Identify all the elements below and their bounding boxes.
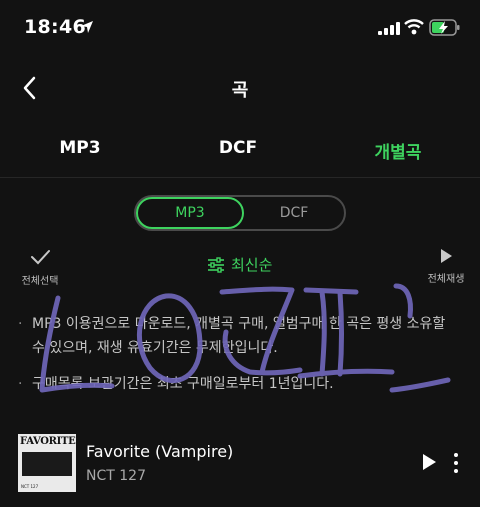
status-time: 18:46 — [24, 16, 86, 38]
sort-button[interactable]: 최신순 — [207, 254, 272, 275]
tab-individual-song[interactable]: 개별곡 — [318, 138, 478, 163]
checkmark-icon — [31, 250, 50, 265]
more-options-icon[interactable] — [452, 452, 460, 474]
play-all-label: 전체재생 — [427, 274, 465, 285]
page-title: 곡 — [231, 80, 249, 101]
tab-bar: MP3 DCF 개별곡 — [0, 126, 480, 178]
segment-mp3[interactable]: MP3 — [136, 197, 244, 229]
status-bar: 18:46 — [0, 0, 480, 56]
notice-list: MP3 이용권으로 다운로드, 개별곡 구매, 앨범구매 한 곡은 평생 소유할… — [16, 312, 462, 408]
battery-charging-icon — [429, 19, 460, 36]
notice-item: 구매목록 보관기간은 최초 구매일로부터 1년입니다. — [16, 372, 462, 396]
sort-label: 최신순 — [231, 256, 273, 274]
wifi-icon — [404, 19, 424, 35]
track-title: Favorite (Vampire) — [86, 442, 234, 461]
cover-title: FAVORITE — [20, 436, 76, 447]
segment-dcf[interactable]: DCF — [244, 197, 344, 229]
track-play-icon[interactable] — [420, 452, 438, 472]
signal-icon — [378, 22, 400, 35]
track-row[interactable]: FAVORITE NCT 127 Favorite (Vampire) NCT … — [0, 430, 480, 500]
notice-item: MP3 이용권으로 다운로드, 개별곡 구매, 앨범구매 한 곡은 평생 소유할… — [16, 312, 462, 360]
play-all-button[interactable]: 전체재생 — [424, 248, 468, 285]
track-artist: NCT 127 — [86, 468, 146, 484]
format-segmented-control: MP3 DCF — [134, 195, 346, 231]
album-cover: FAVORITE NCT 127 — [18, 434, 76, 492]
select-all-label: 전체선택 — [21, 276, 59, 287]
tab-mp3[interactable]: MP3 — [0, 138, 160, 158]
select-all-button[interactable]: 전체선택 — [18, 248, 62, 287]
location-arrow-icon — [81, 21, 93, 33]
cover-photo — [22, 452, 72, 476]
play-icon — [441, 249, 452, 263]
header: 곡 — [0, 66, 480, 110]
tab-dcf[interactable]: DCF — [158, 138, 318, 158]
cover-artist: NCT 127 — [21, 484, 39, 489]
list-toolbar: 전체선택 최신순 전체재생 — [0, 244, 480, 292]
sliders-icon — [208, 256, 224, 273]
